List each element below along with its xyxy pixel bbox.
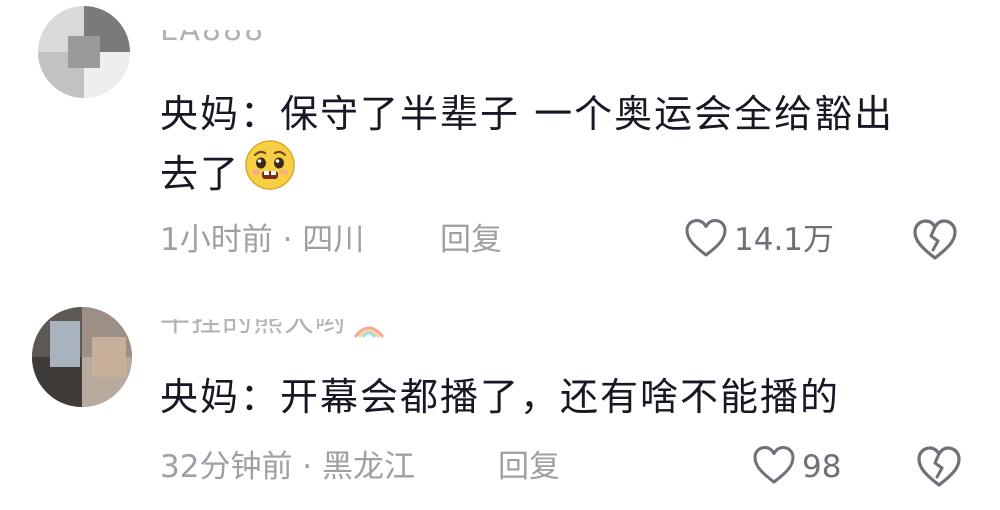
username[interactable]: LA888 xyxy=(160,30,265,60)
comment-text: 央妈：开幕会都播了，还有啥不能播的 xyxy=(160,367,960,427)
dislike-button[interactable] xyxy=(912,218,958,262)
comment-meta: 1小时前 · 四川 xyxy=(160,222,365,258)
username[interactable]: 牛挂的熊大哟 xyxy=(160,319,386,349)
comment-item: 牛挂的熊大哟 央妈：开幕会都播了，还有啥不能播的 32分钟前 · 黑龙江 回复 … xyxy=(0,295,1000,510)
like-button[interactable]: 98 xyxy=(752,445,841,489)
broken-heart-icon xyxy=(912,219,958,266)
comment-meta: 32分钟前 · 黑龙江 xyxy=(160,449,416,485)
reply-button[interactable]: 回复 xyxy=(498,447,560,487)
heart-icon xyxy=(684,218,728,262)
comment-text-line: 央妈：保守了半辈子 一个奥运会全给豁出 xyxy=(160,92,895,136)
heart-icon xyxy=(752,445,796,489)
rainbow-icon xyxy=(352,319,386,345)
avatar[interactable] xyxy=(32,307,132,407)
dislike-button[interactable] xyxy=(916,445,962,489)
comment-item: LA888 央妈：保守了半辈子 一个奥运会全给豁出 去了 1小时前 · 四川 回… xyxy=(0,0,1000,290)
comment-text-line: 去了 xyxy=(160,140,960,208)
avatar[interactable] xyxy=(38,6,130,98)
comment-text-line: 央妈：开幕会都播了，还有啥不能播的 xyxy=(160,375,841,419)
comment-text: 央妈：保守了半辈子 一个奥运会全给豁出 去了 xyxy=(160,84,960,208)
like-count: 14.1万 xyxy=(734,222,835,258)
broken-heart-icon xyxy=(916,446,962,493)
pleading-face-icon xyxy=(244,139,296,208)
like-count: 98 xyxy=(802,449,842,485)
reply-button[interactable]: 回复 xyxy=(440,220,502,260)
like-button[interactable]: 14.1万 xyxy=(684,218,834,262)
comment-text-tail: 去了 xyxy=(160,152,241,196)
